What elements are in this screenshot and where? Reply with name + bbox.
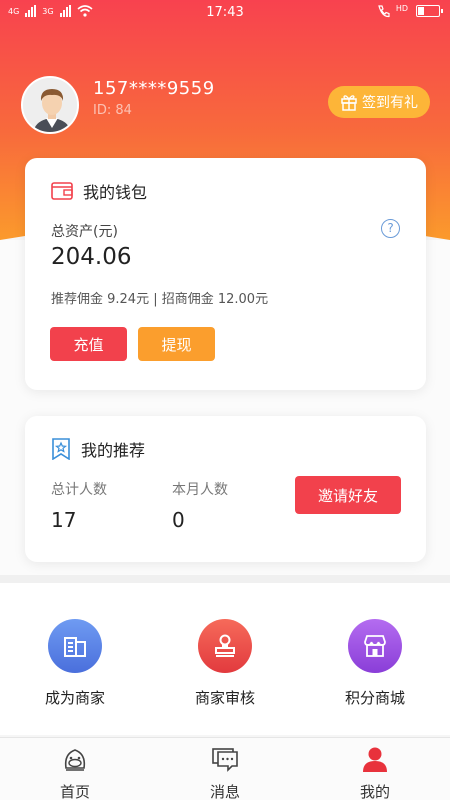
building-icon — [48, 619, 102, 673]
tab-mine[interactable]: 我的 — [325, 744, 425, 800]
signin-gift-label: 签到有礼 — [362, 95, 418, 111]
tab-home-label: 首页 — [59, 783, 90, 800]
total-count-value: 17 — [51, 508, 77, 532]
stamp-icon — [198, 619, 252, 673]
commission-summary: 推荐佣金 9.24元 | 招商佣金 12.00元 — [51, 292, 269, 307]
points-mall-label: 积分商城 — [344, 689, 405, 707]
wallet-title: 我的钱包 — [83, 183, 148, 202]
home-mascot-icon — [64, 749, 86, 771]
status-bar: 4G 3G 17:43 HD — [0, 0, 450, 26]
merchant-review-shortcut[interactable]: 商家审核 — [165, 619, 285, 708]
points-mall-shortcut[interactable]: 积分商城 — [315, 619, 435, 708]
month-count-value: 0 — [172, 508, 185, 532]
invite-friends-button[interactable]: 邀请好友 — [295, 476, 401, 514]
gift-icon — [341, 95, 357, 111]
tab-messages[interactable]: 消息 — [175, 744, 275, 800]
signin-gift-button[interactable]: 签到有礼 — [328, 86, 430, 118]
user-icon — [363, 747, 387, 772]
merchant-review-label: 商家审核 — [194, 689, 255, 707]
total-count-label: 总计人数 — [51, 482, 107, 498]
total-assets-value: 204.06 — [51, 244, 132, 270]
wallet-icon — [51, 182, 73, 200]
become-merchant-label: 成为商家 — [44, 689, 105, 707]
hd-label: HD — [395, 3, 408, 13]
avatar[interactable] — [21, 76, 79, 134]
shortcut-panel: 成为商家 商家审核 积分商城 — [0, 575, 450, 735]
message-icon — [212, 748, 238, 772]
battery-icon — [416, 5, 443, 17]
total-assets-label: 总资产(元) — [51, 224, 118, 240]
star-bookmark-icon — [52, 438, 70, 460]
tab-messages-label: 消息 — [209, 783, 240, 800]
recommend-card: 我的推荐 总计人数 17 本月人数 0 邀请好友 — [25, 416, 426, 562]
hd-call-icon — [378, 5, 390, 18]
help-icon[interactable]: ? — [381, 219, 400, 238]
user-phone: 157****9559 — [93, 78, 215, 99]
withdraw-button[interactable]: 提现 — [138, 327, 215, 361]
become-merchant-shortcut[interactable]: 成为商家 — [15, 619, 135, 708]
recommend-title: 我的推荐 — [81, 441, 146, 460]
tab-home[interactable]: 首页 — [25, 744, 125, 800]
month-count-label: 本月人数 — [172, 482, 228, 498]
wallet-card: 我的钱包 总资产(元) ? 204.06 推荐佣金 9.24元 | 招商佣金 1… — [25, 158, 426, 390]
bottom-tab-bar: 首页 消息 我的 — [0, 737, 450, 800]
recharge-button[interactable]: 充值 — [50, 327, 127, 361]
shop-icon — [348, 619, 402, 673]
user-id: ID: 84 — [93, 103, 132, 118]
tab-mine-label: 我的 — [359, 783, 390, 800]
